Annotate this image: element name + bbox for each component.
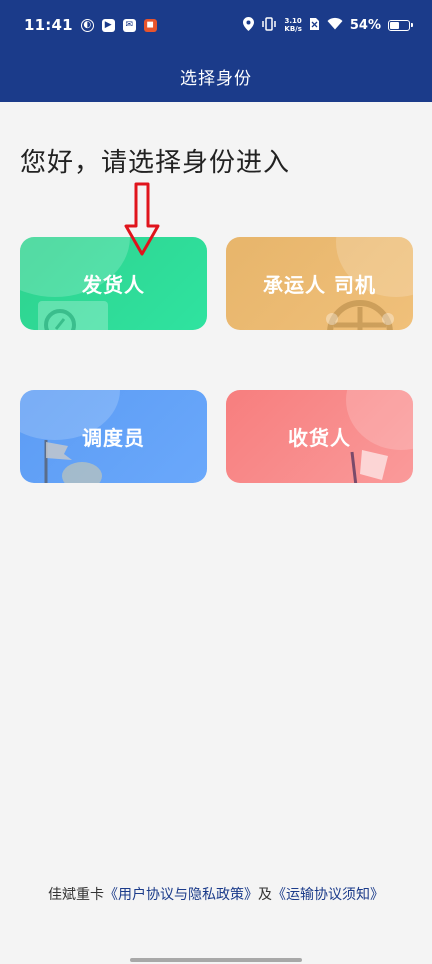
home-indicator[interactable]	[130, 958, 302, 962]
app-badge-icon: ◼	[143, 18, 157, 32]
vibrate-icon	[261, 16, 277, 34]
agreement-conjunction: 及	[258, 887, 272, 903]
role-card-shipper[interactable]: 发货人	[20, 237, 207, 330]
network-speed-value: 3.10	[284, 17, 302, 25]
app-header: 11:41 ◐ ▶ ✉ ◼ 3.10 KB/s 54% 选择身份	[0, 0, 432, 102]
battery-percent: 54%	[349, 17, 381, 33]
role-label-shipper: 发货人	[82, 273, 145, 297]
app-notification-icon: ◐	[80, 18, 94, 32]
wifi-icon	[327, 17, 343, 33]
title-bar: 选择身份	[0, 50, 432, 102]
role-card-receiver[interactable]: 收货人	[226, 390, 413, 483]
status-left: 11:41 ◐ ▶ ✉ ◼	[24, 16, 157, 34]
transport-agreement-link[interactable]: 《运输协议须知》	[272, 887, 384, 903]
agreement-footer: 佳斌重卡《用户协议与隐私政策》及《运输协议须知》	[0, 884, 432, 904]
role-label-dispatcher: 调度员	[82, 426, 145, 450]
mail-notification-icon: ✉	[122, 18, 136, 32]
status-bar: 11:41 ◐ ▶ ✉ ◼ 3.10 KB/s 54%	[0, 0, 432, 50]
status-right: 3.10 KB/s 54%	[243, 16, 413, 34]
battery-icon	[388, 19, 413, 31]
network-speed: 3.10 KB/s	[284, 17, 301, 33]
status-time: 11:41	[24, 16, 73, 34]
battery-level-fill	[390, 21, 399, 29]
location-icon	[243, 16, 255, 34]
privacy-policy-link[interactable]: 《用户协议与隐私政策》	[104, 887, 258, 903]
no-sim-icon	[309, 17, 320, 34]
role-card-dispatcher[interactable]: 调度员	[20, 390, 207, 483]
agreement-brand: 佳斌重卡	[48, 887, 104, 903]
role-label-receiver: 收货人	[288, 426, 351, 450]
page-title: 选择身份	[180, 68, 252, 89]
greeting-text: 您好，请选择身份进入	[20, 148, 291, 178]
network-speed-unit: KB/s	[284, 25, 302, 33]
role-card-carrier-driver[interactable]: 承运人 司机	[226, 237, 413, 330]
role-label-carrier-driver: 承运人 司机	[263, 273, 376, 297]
play-notification-icon: ▶	[101, 18, 115, 32]
